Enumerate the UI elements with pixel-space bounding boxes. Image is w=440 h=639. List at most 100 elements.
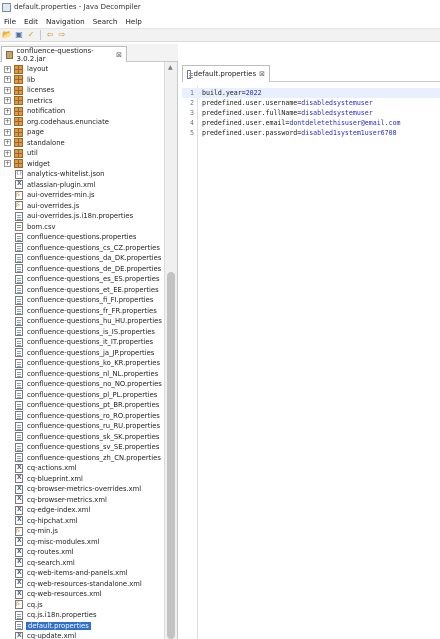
- property-key: predefined.user.fullName: [202, 108, 298, 117]
- tree-file-row[interactable]: confluence-questions_da_DK.properties: [0, 253, 164, 264]
- tree-file-row[interactable]: confluence-questions_sk_SK.properties: [0, 432, 164, 443]
- code-line[interactable]: 2 predefined.user.username=disabledsystem…: [182, 98, 440, 108]
- tree-file-row[interactable]: cq-browser-metrics-overrides.xml: [0, 484, 164, 495]
- tree-item-label: atlassian-plugin.xml: [27, 180, 96, 189]
- tree-file-row[interactable]: cq-blueprint.xml: [0, 474, 164, 485]
- menu-help[interactable]: Help: [125, 17, 141, 26]
- tree-file-row[interactable]: confluence-questions_hu_HU.properties: [0, 316, 164, 327]
- tree-file-row[interactable]: confluence-questions_is_IS.properties: [0, 327, 164, 338]
- expand-icon[interactable]: +: [4, 160, 11, 168]
- tree-file-row[interactable]: cq.js.i18n.properties: [0, 610, 164, 621]
- tree-file-row[interactable]: cq-actions.xml: [0, 463, 164, 474]
- pin-icon[interactable]: ✓: [26, 30, 36, 40]
- tree-file-row[interactable]: confluence-questions_et_EE.properties: [0, 285, 164, 296]
- tree-file-row-selected[interactable]: default.properties: [0, 621, 164, 632]
- expand-icon[interactable]: +: [4, 107, 11, 115]
- tree-package-row[interactable]: + licenses: [0, 85, 164, 96]
- tree-package-row[interactable]: + widget: [0, 159, 164, 170]
- js-file-icon: [15, 526, 23, 536]
- expand-icon[interactable]: +: [4, 149, 11, 157]
- menu-edit[interactable]: Edit: [24, 17, 38, 26]
- tree-file-row[interactable]: atlassian-plugin.xml: [0, 180, 164, 191]
- tree-file-row[interactable]: cq-misc-modules.xml: [0, 537, 164, 548]
- tree-file-row[interactable]: confluence-questions_cs_CZ.properties: [0, 243, 164, 254]
- tree-file-row[interactable]: cq-edge-index.xml: [0, 505, 164, 516]
- code-line[interactable]: 4 predefined.user.email=dontdeletethisuse…: [182, 118, 440, 128]
- scrollbar-thumb[interactable]: [167, 272, 175, 639]
- tree-package-row[interactable]: + util: [0, 148, 164, 159]
- xml-file-icon: [15, 516, 23, 526]
- tree-item-label: confluence-questions_hu_HU.properties: [27, 317, 162, 326]
- menu-file[interactable]: File: [4, 17, 16, 26]
- tree-file-row[interactable]: aui-overrides-min.js: [0, 190, 164, 201]
- tree-item-label: cq-browser-metrics.xml: [27, 495, 107, 504]
- expand-icon[interactable]: +: [4, 86, 11, 94]
- tree-package-row[interactable]: + notification: [0, 106, 164, 117]
- expand-icon[interactable]: +: [4, 65, 11, 73]
- tree-file-row[interactable]: confluence-questions_ro_RO.properties: [0, 411, 164, 422]
- tree-file-row[interactable]: confluence-questions_pl_PL.properties: [0, 390, 164, 401]
- tree-file-row[interactable]: cq-browser-metrics.xml: [0, 495, 164, 506]
- tree-file-row[interactable]: confluence-questions_ko_KR.properties: [0, 358, 164, 369]
- tree-package-row[interactable]: + page: [0, 127, 164, 138]
- open-file-icon[interactable]: 📂: [2, 30, 12, 40]
- tree-scrollbar[interactable]: ▲: [164, 62, 177, 639]
- close-tab-icon[interactable]: ⊠: [259, 70, 265, 78]
- code-editor[interactable]: 1 build.year=2022 2 predefined.user.usernam…: [182, 86, 440, 639]
- tree-file-row[interactable]: aui-overrides.js: [0, 201, 164, 212]
- close-tab-icon[interactable]: ⊠: [116, 51, 122, 59]
- tree-file-row[interactable]: confluence-questions_de_DE.properties: [0, 264, 164, 275]
- tree-file-row[interactable]: cq-update.xml: [0, 631, 164, 639]
- menu-bar: File Edit Navigation Search Help: [0, 14, 440, 28]
- scroll-up-icon[interactable]: ▲: [168, 64, 173, 71]
- tree-file-row[interactable]: bom.csv: [0, 222, 164, 233]
- props-file-icon: [15, 621, 23, 631]
- tree-package-row[interactable]: + metrics: [0, 96, 164, 107]
- tree-file-row[interactable]: confluence-questions_nl_NL.properties: [0, 369, 164, 380]
- tree-file-row[interactable]: confluence-questions_it_IT.properties: [0, 337, 164, 348]
- tree-file-row[interactable]: cq-hipchat.xml: [0, 516, 164, 527]
- tree-file-row[interactable]: confluence-questions_pt_BR.properties: [0, 400, 164, 411]
- tree-file-row[interactable]: cq-routes.xml: [0, 547, 164, 558]
- tree-file-row[interactable]: confluence-questions_no_NO.properties: [0, 379, 164, 390]
- tree-file-row[interactable]: confluence-questions_ru_RU.properties: [0, 421, 164, 432]
- menu-search[interactable]: Search: [93, 17, 118, 26]
- expand-icon[interactable]: +: [4, 97, 11, 105]
- expand-icon[interactable]: +: [4, 139, 11, 147]
- tree-file-row[interactable]: confluence-questions_fi_FI.properties: [0, 295, 164, 306]
- tree-package-row[interactable]: + standalone: [0, 138, 164, 149]
- tree-file-row[interactable]: cq-web-items-and-panels.xml: [0, 568, 164, 579]
- code-line[interactable]: 5 predefined.user.password=disabled1syste…: [182, 128, 440, 138]
- editor-tab-bar: default.properties ⊠: [182, 62, 440, 82]
- tree-package-row[interactable]: + layout: [0, 64, 164, 75]
- expand-icon[interactable]: +: [4, 76, 11, 84]
- tab-jar[interactable]: confluence-questions-3.0.2.jar ⊠: [1, 46, 127, 63]
- tree-file-row[interactable]: confluence-questions_zh_CN.properties: [0, 453, 164, 464]
- tree-file-row[interactable]: cq-web-resources-standalone.xml: [0, 579, 164, 590]
- tree-file-row[interactable]: cq-min.js: [0, 526, 164, 537]
- code-line[interactable]: 3 predefined.user.fullName=disabledsystem…: [182, 108, 440, 118]
- tree-file-row[interactable]: cq-web-resources.xml: [0, 589, 164, 600]
- tree-file-row[interactable]: confluence-questions_sv_SE.properties: [0, 442, 164, 453]
- tree-file-row[interactable]: confluence-questions_fr_FR.properties: [0, 306, 164, 317]
- xml-file-icon: [15, 568, 23, 578]
- expand-icon[interactable]: +: [4, 118, 11, 126]
- forward-arrow-icon[interactable]: ⇨: [57, 30, 67, 40]
- back-arrow-icon[interactable]: ⇦: [45, 30, 55, 40]
- tree-file-row[interactable]: confluence-questions_ja_JP.properties: [0, 348, 164, 359]
- tree-file-row[interactable]: cq-search.xml: [0, 558, 164, 569]
- tree-file-row[interactable]: cq.js: [0, 600, 164, 611]
- expand-icon[interactable]: +: [4, 128, 11, 136]
- tree-file-row[interactable]: confluence-questions_es_ES.properties: [0, 274, 164, 285]
- tree-file-row[interactable]: analytics-whitelist.json: [0, 169, 164, 180]
- tree-package-row[interactable]: + org.codehaus.enunciate: [0, 117, 164, 128]
- tree-file-row[interactable]: aui-overrides.js.i18n.properties: [0, 211, 164, 222]
- tree-file-row[interactable]: confluence-questions.properties: [0, 232, 164, 243]
- tree-item-label: cq-web-resources.xml: [27, 590, 102, 599]
- code-line[interactable]: 1 build.year=2022: [182, 88, 440, 98]
- title-bar: default.properties - Java Decompiler: [0, 0, 440, 14]
- menu-navigation[interactable]: Navigation: [46, 17, 85, 26]
- save-icon[interactable]: ▣: [14, 30, 24, 40]
- tab-default-properties[interactable]: default.properties ⊠: [182, 65, 270, 82]
- tree-package-row[interactable]: + lib: [0, 75, 164, 86]
